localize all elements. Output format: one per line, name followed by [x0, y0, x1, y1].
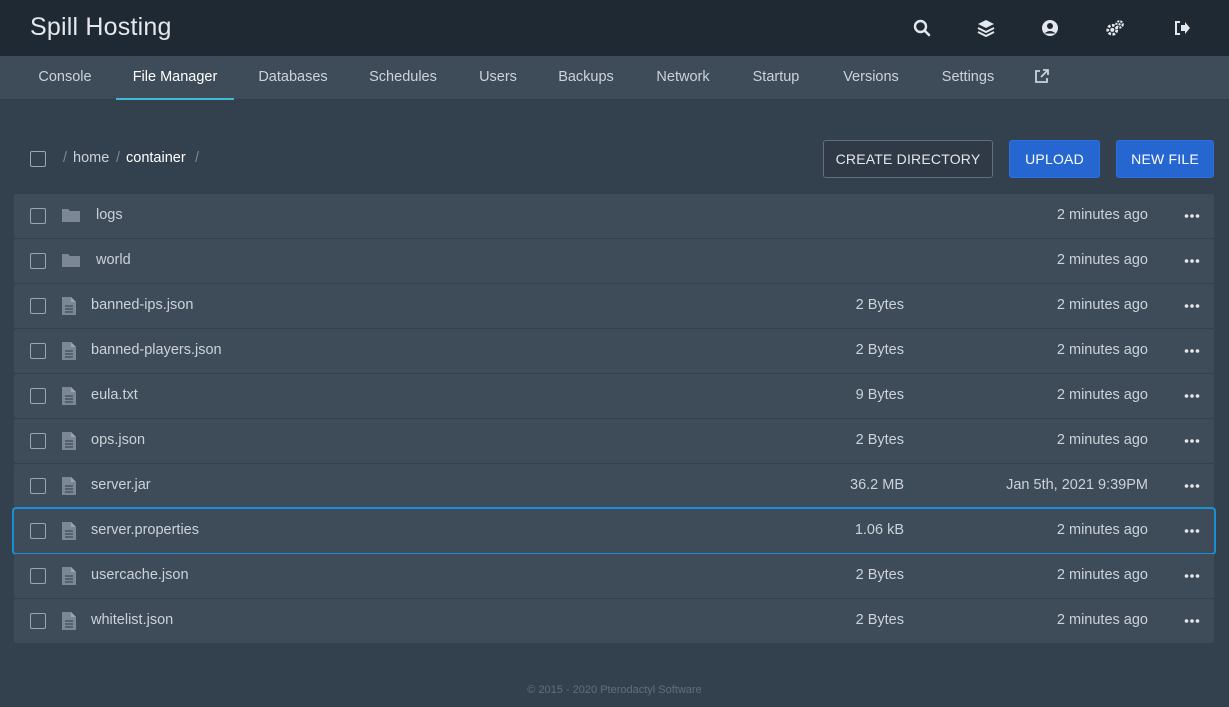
row-checkbox[interactable]: [30, 298, 46, 314]
file-name[interactable]: banned-players.json: [91, 342, 222, 358]
file-modified: 2 minutes ago: [1056, 522, 1148, 538]
tab-startup[interactable]: Startup: [740, 56, 812, 100]
file-modified: 2 minutes ago: [1056, 252, 1148, 268]
more-options-icon[interactable]: [1184, 388, 1200, 404]
row-checkbox[interactable]: [30, 343, 46, 359]
file-size: 2 Bytes: [855, 297, 904, 313]
tab-databases[interactable]: Databases: [246, 56, 340, 100]
create-directory-button[interactable]: CREATE DIRECTORY: [823, 140, 993, 178]
file-modified: 2 minutes ago: [1056, 432, 1148, 448]
file-size: 2 Bytes: [855, 612, 904, 628]
file-row[interactable]: banned-ips.json 2 Bytes 2 minutes ago: [14, 284, 1214, 328]
tab-settings[interactable]: Settings: [928, 56, 1008, 100]
more-options-icon[interactable]: [1184, 433, 1200, 449]
search-icon[interactable]: [912, 18, 932, 38]
folder-icon: [61, 251, 81, 271]
row-checkbox[interactable]: [30, 388, 46, 404]
tab-console[interactable]: Console: [24, 56, 106, 100]
nav-tabs: Console File Manager Databases Schedules…: [0, 56, 1229, 100]
breadcrumb-separator: /: [195, 150, 200, 166]
external-link-icon[interactable]: [1034, 68, 1052, 86]
row-checkbox[interactable]: [30, 253, 46, 269]
file-row[interactable]: banned-players.json 2 Bytes 2 minutes ago: [14, 329, 1214, 373]
file-size: 9 Bytes: [855, 387, 904, 403]
file-name[interactable]: eula.txt: [91, 387, 138, 403]
more-options-icon[interactable]: [1184, 568, 1200, 584]
tab-versions[interactable]: Versions: [830, 56, 912, 100]
file-icon: [61, 386, 81, 406]
tab-schedules[interactable]: Schedules: [356, 56, 450, 100]
new-file-button[interactable]: NEW FILE: [1116, 140, 1214, 178]
breadcrumb-separator: /: [63, 150, 68, 166]
file-name[interactable]: banned-ips.json: [91, 297, 193, 313]
row-checkbox[interactable]: [30, 613, 46, 629]
file-row[interactable]: server.properties 1.06 kB 2 minutes ago: [12, 507, 1216, 555]
row-checkbox[interactable]: [30, 433, 46, 449]
tab-network[interactable]: Network: [642, 56, 724, 100]
file-size: 2 Bytes: [855, 432, 904, 448]
upload-button[interactable]: UPLOAD: [1009, 140, 1100, 178]
row-checkbox[interactable]: [30, 208, 46, 224]
folder-row[interactable]: world 2 minutes ago: [14, 239, 1214, 283]
file-modified: 2 minutes ago: [1056, 612, 1148, 628]
file-name[interactable]: world: [96, 252, 131, 268]
row-checkbox[interactable]: [30, 523, 46, 539]
file-size: 2 Bytes: [855, 567, 904, 583]
folder-row[interactable]: logs 2 minutes ago: [14, 194, 1214, 238]
file-name[interactable]: logs: [96, 207, 123, 223]
more-options-icon[interactable]: [1184, 253, 1200, 269]
file-modified: 2 minutes ago: [1056, 297, 1148, 313]
user-icon[interactable]: [1040, 18, 1060, 38]
file-name[interactable]: whitelist.json: [91, 612, 173, 628]
file-modified: Jan 5th, 2021 9:39PM: [1006, 477, 1148, 493]
file-icon: [61, 341, 81, 361]
file-icon: [61, 476, 81, 496]
logout-icon[interactable]: [1172, 18, 1192, 38]
file-modified: 2 minutes ago: [1056, 342, 1148, 358]
file-size: 36.2 MB: [850, 477, 904, 493]
file-icon: [61, 566, 81, 586]
more-options-icon[interactable]: [1184, 478, 1200, 494]
file-row[interactable]: whitelist.json 2 Bytes 2 minutes ago: [14, 599, 1214, 643]
footer-copyright: © 2015 - 2020 Pterodactyl Software: [527, 684, 702, 696]
breadcrumb-separator: /: [116, 150, 121, 166]
app-title[interactable]: Spill Hosting: [30, 13, 172, 42]
file-icon: [61, 521, 81, 541]
top-bar: Spill Hosting: [0, 0, 1229, 56]
file-name[interactable]: server.properties: [91, 522, 199, 538]
file-modified: 2 minutes ago: [1056, 387, 1148, 403]
row-checkbox[interactable]: [30, 478, 46, 494]
file-icon: [61, 431, 81, 451]
layers-icon[interactable]: [976, 18, 996, 38]
folder-icon: [61, 206, 81, 226]
file-name[interactable]: ops.json: [91, 432, 145, 448]
file-row[interactable]: eula.txt 9 Bytes 2 minutes ago: [14, 374, 1214, 418]
file-size: 1.06 kB: [854, 522, 904, 538]
select-all-checkbox[interactable]: [30, 151, 46, 167]
file-row[interactable]: ops.json 2 Bytes 2 minutes ago: [14, 419, 1214, 463]
tab-file-manager[interactable]: File Manager: [116, 56, 234, 100]
settings-icon[interactable]: [1105, 18, 1125, 38]
more-options-icon[interactable]: [1184, 613, 1200, 629]
row-checkbox[interactable]: [30, 568, 46, 584]
tab-backups[interactable]: Backups: [546, 56, 626, 100]
tab-users[interactable]: Users: [466, 56, 530, 100]
breadcrumb-container[interactable]: container: [126, 150, 186, 166]
file-icon: [61, 611, 81, 631]
more-options-icon[interactable]: [1184, 208, 1200, 224]
file-row[interactable]: server.jar 36.2 MB Jan 5th, 2021 9:39PM: [14, 464, 1214, 508]
file-row[interactable]: usercache.json 2 Bytes 2 minutes ago: [14, 554, 1214, 598]
file-icon: [61, 296, 81, 316]
more-options-icon[interactable]: [1184, 298, 1200, 314]
file-name[interactable]: server.jar: [91, 477, 151, 493]
file-name[interactable]: usercache.json: [91, 567, 189, 583]
more-options-icon[interactable]: [1184, 523, 1200, 539]
file-modified: 2 minutes ago: [1056, 567, 1148, 583]
file-size: 2 Bytes: [855, 342, 904, 358]
file-modified: 2 minutes ago: [1056, 207, 1148, 223]
more-options-icon[interactable]: [1184, 343, 1200, 359]
breadcrumb-home[interactable]: home: [73, 150, 109, 166]
